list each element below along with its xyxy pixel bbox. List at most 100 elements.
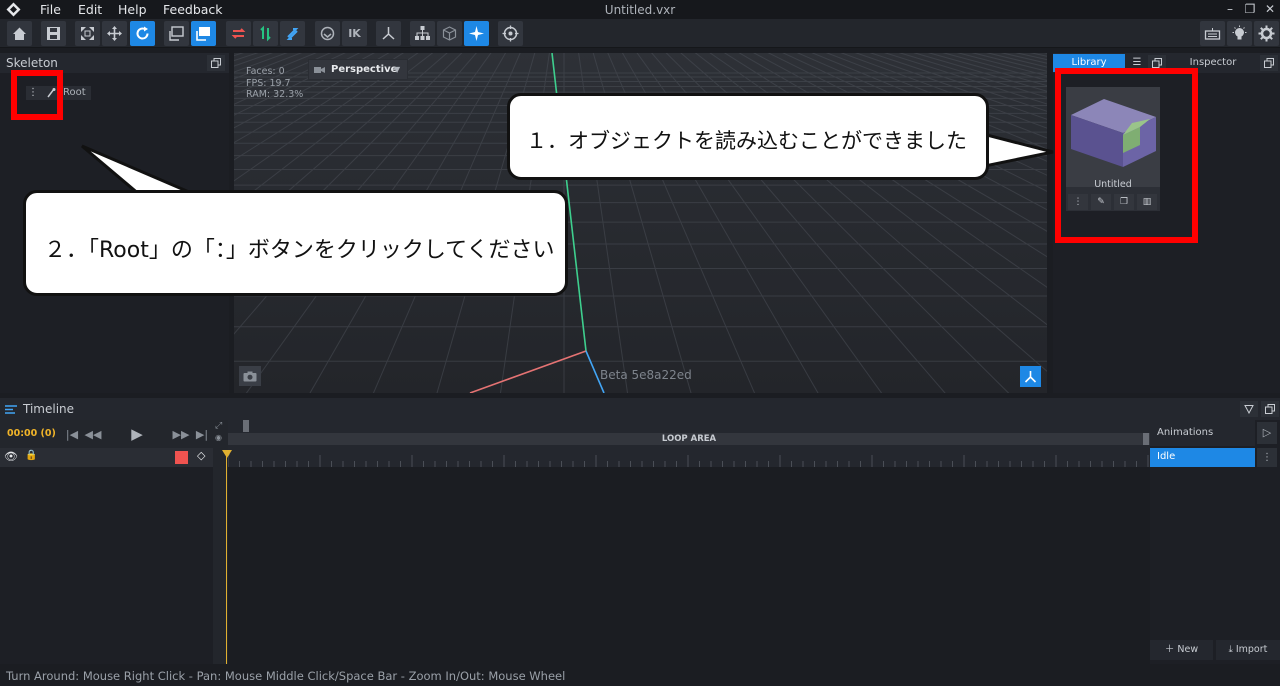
playhead-line[interactable] bbox=[226, 453, 227, 664]
axes-button[interactable] bbox=[376, 21, 401, 46]
hint-button[interactable] bbox=[1227, 21, 1252, 46]
rotate-tool-button[interactable] bbox=[130, 21, 155, 46]
target-icon bbox=[502, 25, 519, 42]
timeline-panel: Timeline 00:00 (0) |◀ ◀◀ ▶ ▶▶ ▶| 👁 🔒 ◇ ⤢… bbox=[0, 398, 1280, 664]
menu-feedback[interactable]: Feedback bbox=[163, 2, 223, 17]
play-icon[interactable]: ▶ bbox=[128, 423, 146, 445]
plus-icon: ＋ bbox=[1164, 644, 1178, 655]
callout-2: ２．「Root」の「：」ボタンをクリックしてください bbox=[23, 190, 568, 296]
step-back-icon[interactable]: ◀◀ bbox=[84, 423, 102, 445]
skip-start-icon[interactable]: |◀ bbox=[63, 423, 81, 445]
axis-gizmo-button[interactable] bbox=[1020, 366, 1041, 387]
loop-start-handle[interactable] bbox=[243, 420, 249, 432]
faces-stat: Faces: 0 bbox=[246, 66, 285, 77]
callout-1-text: １．オブジェクトを読み込むことができました bbox=[526, 129, 967, 153]
step-forward-icon[interactable]: ▶▶ bbox=[172, 423, 190, 445]
swap-z-button[interactable] bbox=[280, 21, 305, 46]
pivot-active-button[interactable] bbox=[191, 21, 216, 46]
timeline-ruler[interactable]: LOOP AREA 0 bbox=[222, 420, 1150, 467]
keyframe-icon[interactable]: ◇ bbox=[197, 449, 205, 462]
import-animation-button[interactable]: ⤓ Import bbox=[1216, 640, 1280, 660]
pivot-button[interactable] bbox=[164, 21, 189, 46]
inspector-popout-button[interactable] bbox=[1260, 55, 1278, 71]
close-icon[interactable]: ✕ bbox=[1261, 1, 1279, 18]
animation-idle-label: Idle bbox=[1157, 451, 1176, 462]
menu-file[interactable]: File bbox=[40, 2, 61, 17]
current-time: 00:00 (0) bbox=[7, 428, 56, 439]
settings-button[interactable] bbox=[1254, 21, 1279, 46]
toolbar: IK bbox=[0, 19, 1280, 48]
loop-area-bar[interactable]: LOOP AREA bbox=[228, 433, 1150, 445]
root-label: Root bbox=[63, 87, 86, 98]
screenshot-button[interactable] bbox=[239, 366, 261, 386]
animation-menu-button[interactable]: ⋮ bbox=[1257, 448, 1277, 467]
hierarchy-icon bbox=[415, 26, 430, 40]
animations-header: Animations bbox=[1150, 420, 1255, 446]
home-button[interactable] bbox=[7, 21, 32, 46]
highlight-root-menu bbox=[11, 70, 63, 120]
save-button[interactable] bbox=[41, 21, 66, 46]
timeline-collapse-button[interactable] bbox=[1240, 401, 1258, 417]
triangle-down-icon bbox=[1244, 405, 1254, 414]
import-icon: ⤓ bbox=[1228, 644, 1236, 655]
gear-icon bbox=[1258, 25, 1275, 42]
animation-item-idle[interactable]: Idle bbox=[1150, 448, 1255, 467]
track-area[interactable] bbox=[228, 467, 1150, 664]
play-animation-icon[interactable]: ▷ bbox=[1257, 422, 1277, 444]
visibility-icon[interactable]: ◉ bbox=[215, 433, 222, 442]
sparkle-icon bbox=[469, 26, 484, 41]
popout-icon bbox=[1265, 404, 1275, 414]
skip-end-icon[interactable]: ▶| bbox=[193, 423, 211, 445]
target-button[interactable] bbox=[498, 21, 523, 46]
ik-button[interactable]: IK bbox=[342, 21, 367, 46]
popout-icon bbox=[211, 58, 221, 68]
transport-controls: 00:00 (0) |◀ ◀◀ ▶ ▶▶ ▶| bbox=[0, 420, 213, 448]
playhead-marker-icon[interactable] bbox=[222, 450, 232, 459]
skeleton-popout-button[interactable] bbox=[207, 55, 225, 71]
popout-icon bbox=[1264, 58, 1274, 68]
cube-button[interactable] bbox=[437, 21, 462, 46]
scale-tool-button[interactable] bbox=[75, 21, 100, 46]
status-bar: Turn Around: Mouse Right Click - Pan: Mo… bbox=[0, 666, 1280, 686]
timeline-icon bbox=[5, 405, 17, 414]
timeline-header: Timeline bbox=[0, 398, 1280, 420]
keyboard-button[interactable] bbox=[1200, 21, 1225, 46]
maximize-icon[interactable]: ❐ bbox=[1241, 1, 1259, 18]
import-label: Import bbox=[1235, 644, 1268, 655]
camera-mode-dropdown[interactable]: Perspective ▼ bbox=[308, 59, 408, 80]
sparkle-button[interactable] bbox=[464, 21, 489, 46]
eye-icon[interactable]: 👁 bbox=[4, 450, 18, 463]
minimize-icon[interactable]: – bbox=[1221, 1, 1239, 18]
axes-icon bbox=[382, 27, 395, 40]
move-tool-button[interactable] bbox=[102, 21, 127, 46]
loop-end-handle[interactable] bbox=[1143, 433, 1149, 445]
rig-button[interactable] bbox=[315, 21, 340, 46]
swap-blue-icon bbox=[286, 28, 299, 40]
new-animation-button[interactable]: ＋ New bbox=[1150, 640, 1213, 660]
swap-y-button[interactable] bbox=[253, 21, 278, 46]
version-label: Beta 5e8a22ed bbox=[600, 368, 692, 382]
timeline-popout-button[interactable] bbox=[1261, 401, 1279, 417]
menu-edit[interactable]: Edit bbox=[78, 2, 102, 17]
new-label: New bbox=[1177, 644, 1199, 655]
camera-icon bbox=[243, 371, 257, 381]
callout-1: １．オブジェクトを読み込むことができました bbox=[507, 93, 989, 180]
swap-x-button[interactable] bbox=[226, 21, 251, 46]
expand-icon[interactable]: ⤢ bbox=[215, 421, 222, 431]
record-icon[interactable] bbox=[175, 451, 188, 464]
popout-icon bbox=[1152, 58, 1162, 68]
hierarchy-button[interactable] bbox=[410, 21, 435, 46]
keyboard-icon bbox=[1204, 28, 1221, 40]
pivot-icon bbox=[169, 26, 184, 41]
lock-icon[interactable]: 🔒 bbox=[25, 450, 37, 461]
menu-help[interactable]: Help bbox=[118, 2, 147, 17]
home-icon bbox=[13, 27, 26, 40]
timeline-title: Timeline bbox=[23, 402, 75, 416]
status-hint: Turn Around: Mouse Right Click - Pan: Mo… bbox=[6, 669, 566, 683]
rotate-icon bbox=[136, 26, 149, 40]
track-header: 👁 🔒 ◇ bbox=[0, 448, 213, 467]
lightbulb-icon bbox=[1232, 25, 1247, 40]
move-icon bbox=[107, 26, 122, 41]
save-icon bbox=[47, 27, 60, 40]
ram-stat: RAM: 32.3% bbox=[246, 89, 304, 100]
